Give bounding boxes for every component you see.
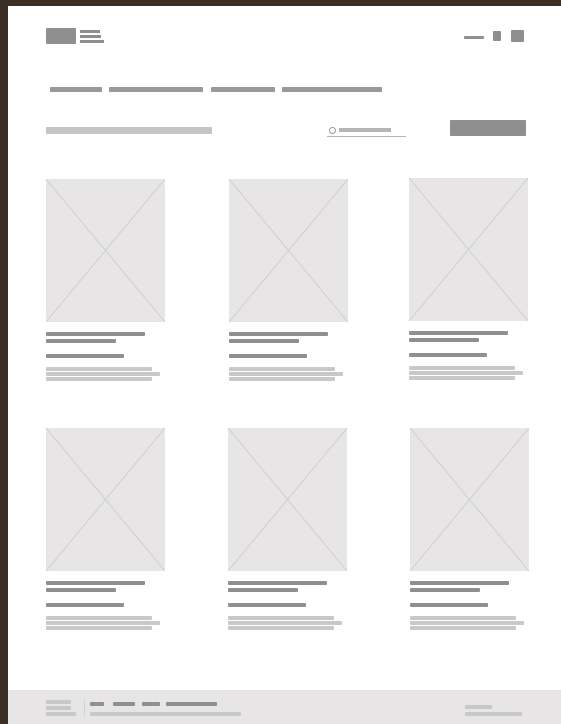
product-subtitle	[46, 339, 116, 343]
search-input[interactable]	[327, 125, 406, 137]
search-icon	[329, 127, 336, 134]
footer-copyright	[90, 712, 241, 716]
product-description-line-3	[410, 626, 516, 630]
product-description-line-2	[409, 371, 523, 375]
product-subtitle	[229, 339, 299, 343]
product-description-line-2	[228, 621, 342, 625]
product-image-placeholder	[46, 428, 165, 571]
product-card[interactable]	[409, 178, 528, 393]
nav-item-4[interactable]	[282, 87, 382, 92]
footer-logo-line-2	[46, 706, 71, 710]
footer-link-3[interactable]	[142, 702, 160, 706]
product-description	[410, 616, 516, 620]
footer-contact-line-2	[465, 712, 522, 716]
primary-action-button[interactable]	[450, 120, 526, 136]
product-description-line-2	[229, 372, 343, 376]
site-footer	[8, 690, 561, 724]
product-subtitle	[228, 588, 298, 592]
product-description	[229, 367, 335, 371]
product-subtitle	[410, 588, 480, 592]
product-title	[410, 581, 509, 585]
nav-item-2[interactable]	[109, 87, 203, 92]
product-description	[409, 366, 515, 370]
product-card[interactable]	[46, 428, 165, 643]
product-price	[46, 603, 124, 607]
footer-link-1[interactable]	[90, 702, 104, 706]
product-price	[410, 603, 488, 607]
product-card[interactable]	[228, 428, 347, 643]
product-subtitle	[46, 588, 116, 592]
product-description-line-3	[229, 377, 335, 381]
product-title	[46, 581, 145, 585]
product-image-placeholder	[410, 428, 529, 571]
product-description-line-2	[410, 621, 524, 625]
search-underline	[327, 136, 406, 137]
product-description-line-3	[46, 377, 152, 381]
product-subtitle	[409, 338, 479, 342]
product-description-line-3	[46, 626, 152, 630]
product-card[interactable]	[410, 428, 529, 643]
product-description	[46, 367, 152, 371]
product-title	[228, 581, 327, 585]
search-placeholder	[339, 128, 391, 132]
product-description-line-3	[228, 626, 334, 630]
nav-item-1[interactable]	[50, 87, 102, 92]
footer-logo-line-1	[46, 700, 71, 704]
product-title	[409, 331, 508, 335]
footer-link-4[interactable]	[166, 702, 217, 706]
cart-icon[interactable]	[511, 30, 524, 42]
product-image-placeholder	[228, 428, 347, 571]
profile-icon[interactable]	[493, 31, 501, 41]
product-image-placeholder	[409, 178, 528, 321]
product-price	[229, 354, 307, 358]
product-description-line-2	[46, 621, 160, 625]
footer-link-2[interactable]	[113, 702, 135, 706]
footer-contact-line-1	[465, 705, 492, 709]
product-image-placeholder	[46, 179, 165, 322]
logo-mark-icon	[46, 28, 76, 44]
menu-link[interactable]	[464, 36, 484, 39]
product-description-line-2	[46, 372, 160, 376]
footer-divider	[84, 700, 85, 716]
product-title	[46, 332, 145, 336]
page-title	[46, 127, 212, 134]
product-description-line-3	[409, 376, 515, 380]
product-price	[46, 354, 124, 358]
wireframe-page	[8, 6, 561, 724]
footer-logo-line-3	[46, 712, 76, 716]
product-description	[46, 616, 152, 620]
product-card[interactable]	[46, 179, 165, 394]
nav-item-3[interactable]	[211, 87, 275, 92]
product-description	[228, 616, 334, 620]
product-card[interactable]	[229, 179, 348, 394]
product-title	[229, 332, 328, 336]
product-price	[228, 603, 306, 607]
product-price	[409, 353, 487, 357]
product-image-placeholder	[229, 179, 348, 322]
